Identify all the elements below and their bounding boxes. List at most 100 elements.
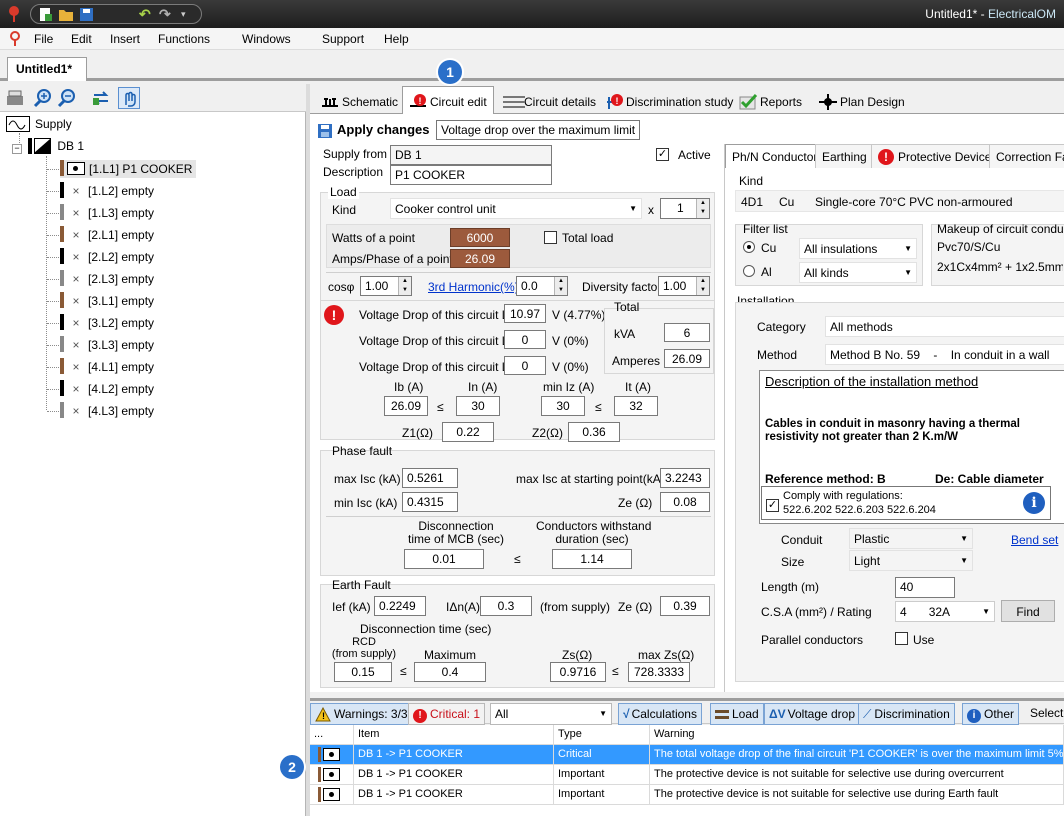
empty-slot-icon: × [72, 316, 80, 330]
open-folder-icon[interactable] [59, 8, 73, 21]
tab-plan-design[interactable]: Plan Design [812, 86, 912, 114]
warning-row[interactable]: DB 1 -> P1 COOKER Important The protective… [310, 785, 1064, 805]
tree-supply[interactable]: Supply [6, 116, 72, 134]
length-input[interactable]: 40 [895, 577, 955, 598]
info-icon[interactable]: i [1023, 492, 1045, 514]
harmonic-spinner[interactable]: 0.0 ▲ ▼ [516, 276, 568, 296]
zoom-in-icon[interactable] [32, 87, 54, 109]
grid-header-dots[interactable]: ... [310, 725, 354, 745]
comply-checkbox[interactable]: ✓ [766, 499, 779, 512]
tree-circuit-item[interactable]: × [4.L2] empty [60, 380, 154, 398]
insulations-select[interactable]: All insulations ▼ [799, 238, 917, 259]
zoom-out-icon[interactable] [56, 87, 78, 109]
tree-db1[interactable]: − DB 1 [12, 138, 84, 156]
collapse-icon[interactable]: − [12, 144, 22, 154]
conductor-kind-label: Kind [739, 174, 764, 188]
tree-circuit-item[interactable]: × [3.L1] empty [60, 292, 154, 310]
tree-circuit-item[interactable]: × [3.L3] empty [60, 336, 154, 354]
select-button[interactable]: Select [1026, 703, 1064, 725]
size-select[interactable]: Light ▼ [849, 550, 973, 571]
kinds-select[interactable]: All kinds ▼ [799, 262, 917, 283]
watts-field[interactable]: 6000 [450, 228, 510, 247]
grid-header-warning[interactable]: Warning [650, 725, 1064, 745]
tree-circuit-item[interactable]: × [1.L2] empty [60, 182, 154, 200]
qat-dropdown-icon[interactable]: ▾ [181, 8, 194, 21]
save-icon[interactable] [80, 8, 93, 21]
tree-circuit-item[interactable]: × [2.L1] empty [60, 226, 154, 244]
tree-connector [47, 279, 59, 280]
tab-discrimination[interactable]: ! Discrimination study [598, 86, 740, 114]
load-filter-button[interactable]: Load [710, 703, 764, 725]
tree-settings-icon[interactable] [4, 87, 26, 109]
total-load-checkbox[interactable] [544, 231, 557, 244]
discrimination-filter-button[interactable]: ⟋ Discrimination [858, 703, 955, 725]
redo-icon[interactable]: ↷ [159, 7, 172, 21]
spinner-arrows-icon[interactable]: ▲ ▼ [554, 277, 567, 295]
diversity-spinner[interactable]: 1.00 ▲ ▼ [658, 276, 710, 296]
tab-protective-devices[interactable]: ! Protective Devices [871, 144, 1005, 168]
grid-header-type[interactable]: Type [554, 725, 650, 745]
method-select[interactable]: Method B No. 59 - In conduit in a wall [825, 344, 1064, 365]
menu-help[interactable]: Help [384, 32, 409, 46]
warnings-filter-select[interactable]: All ▼ [490, 703, 612, 725]
calculations-filter-button[interactable]: √ Calculations [618, 703, 702, 725]
parallel-checkbox[interactable] [895, 632, 908, 645]
description-input[interactable]: P1 COOKER [390, 165, 552, 185]
hand-tool-icon[interactable] [118, 87, 140, 109]
active-checkbox[interactable]: ✓ [656, 148, 669, 161]
menu-insert[interactable]: Insert [110, 32, 140, 46]
kind-select[interactable]: Cooker control unit ▼ [390, 198, 642, 219]
multiplier-spinner[interactable]: 1 ▲ ▼ [660, 198, 710, 219]
menu-functions[interactable]: Functions [158, 32, 210, 46]
cu-radio[interactable] [743, 241, 755, 253]
tree-circuit-item[interactable]: × [4.L1] empty [60, 358, 154, 376]
spinner-arrows-icon[interactable]: ▲ ▼ [696, 199, 709, 218]
swap-icon[interactable] [90, 87, 112, 109]
conductor-tabs: Ph/N Conductor Earthing ! Protective Devi… [725, 144, 1064, 169]
voltage-drop-filter-button[interactable]: ΔV Voltage drop [764, 703, 861, 725]
warning-row[interactable]: DB 1 -> P1 COOKER Important The protective… [310, 765, 1064, 785]
app-menu-icon[interactable] [10, 31, 20, 49]
vd3-label: Voltage Drop of this circuit L3 [359, 360, 516, 374]
menu-edit[interactable]: Edit [71, 32, 92, 46]
phase-color-icon [60, 380, 64, 396]
apply-changes-button[interactable]: Apply changes [318, 122, 429, 140]
conduit-select[interactable]: Plastic ▼ [849, 528, 973, 549]
category-select[interactable]: All methods [825, 316, 1064, 337]
bend-set-link[interactable]: Bend set [1011, 533, 1058, 547]
al-radio[interactable] [743, 265, 755, 277]
spinner-arrows-icon[interactable]: ▲ ▼ [398, 277, 411, 295]
grid-header-item[interactable]: Item [354, 725, 554, 745]
tab-circuit-details[interactable]: Circuit details [496, 86, 603, 114]
csa-select[interactable]: 4 32A ▼ [895, 601, 995, 622]
find-button[interactable]: Find [1001, 600, 1055, 622]
tree-circuit-item[interactable]: × [3.L2] empty [60, 314, 154, 332]
undo-icon[interactable]: ↶ [139, 7, 152, 21]
menu-windows[interactable]: Windows [242, 32, 291, 46]
tab-reports[interactable]: Reports [732, 86, 809, 114]
tab-correction-factors[interactable]: Correction Fac [989, 144, 1064, 168]
tab-circuit-edit[interactable]: ! Circuit edit [402, 86, 494, 115]
tab-schematic[interactable]: Schematic [314, 86, 405, 114]
spinner-arrows-icon[interactable]: ▲ ▼ [696, 277, 709, 295]
new-file-icon[interactable] [39, 8, 52, 21]
phase-color-icon [60, 248, 64, 264]
tree-circuit-item[interactable]: × [1.L3] empty [60, 204, 154, 222]
cos-spinner[interactable]: 1.00 ▲ ▼ [360, 276, 412, 296]
critical-filter-button[interactable]: ! Critical: 1 [408, 703, 486, 725]
vd2-unit: V (0%) [552, 334, 589, 348]
tree-circuit-item[interactable]: × [4.L3] empty [60, 402, 154, 420]
warnings-filter-button[interactable]: ! Warnings: 3/3 [310, 703, 413, 725]
phase-color-icon [60, 270, 64, 286]
tree-circuit-item[interactable]: × [2.L3] empty [60, 270, 154, 288]
menu-support[interactable]: Support [322, 32, 364, 46]
menu-file[interactable]: File [34, 32, 53, 46]
tab-ph-n-conductor[interactable]: Ph/N Conductor [725, 144, 825, 169]
harmonic-link[interactable]: 3rd Harmonic(%) [428, 280, 519, 294]
warning-row[interactable]: DB 1 -> P1 COOKER Critical The total volta… [310, 745, 1064, 765]
tree-circuit-item[interactable]: [1.L1] P1 COOKER [60, 160, 197, 178]
document-tab[interactable]: Untitled1* [7, 57, 87, 81]
other-filter-button[interactable]: i Other [962, 703, 1020, 725]
tree-circuit-item[interactable]: × [2.L2] empty [60, 248, 154, 266]
tab-earthing[interactable]: Earthing [815, 144, 874, 168]
